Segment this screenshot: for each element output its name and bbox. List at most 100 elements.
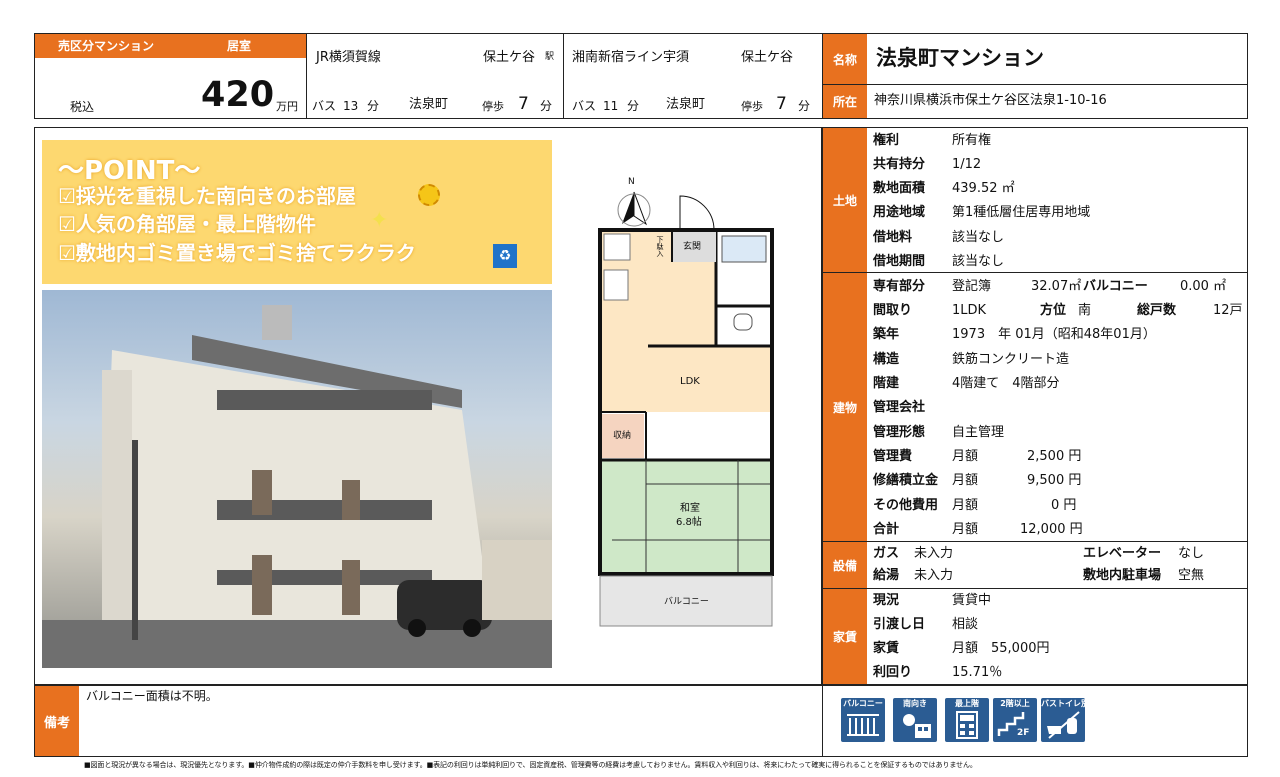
layout-label: 間取り <box>873 303 913 318</box>
category-label: 売区分マンション <box>58 39 155 53</box>
exclusive-type: 登記簿 <box>952 279 992 294</box>
second-floor-badge-icon: 2階以上 2F <box>993 698 1037 742</box>
rent-v-0: 賃貸中 <box>952 593 992 608</box>
remarks-divider <box>822 685 823 757</box>
access1-station: 保土ケ谷 <box>483 50 536 65</box>
access2-bus-min: 11 <box>603 99 619 113</box>
remarks-label: 備考 <box>35 686 79 756</box>
access2-bus-unit: 分 <box>627 99 640 113</box>
room-entrance: 玄関 <box>683 242 702 252</box>
fee-k-2: その他費用 <box>873 498 939 513</box>
point-item-2: ☑人気の角部屋・最上階物件 <box>58 212 316 236</box>
top-floor-badge-icon: 最上階 <box>945 698 989 742</box>
badge-label-2: 最上階 <box>955 699 979 708</box>
fee-a-3: 12,000 円 <box>1020 522 1083 537</box>
units-label: 総戸数 <box>1137 303 1177 318</box>
floors-value: 4階建て 4階部分 <box>952 376 1060 391</box>
room-washitsu: 和室 <box>680 503 700 514</box>
rent-v-1: 相談 <box>952 617 979 632</box>
mgmt-form-value: 自主管理 <box>952 425 1005 440</box>
divider-land <box>822 272 1248 273</box>
property-address: 神奈川県横浜市保土ケ谷区法泉1-10-16 <box>874 93 1107 108</box>
land-k-2: 敷地面積 <box>873 181 926 196</box>
room-storage: 収納 <box>613 431 632 441</box>
access1-bus-min: 13 <box>343 99 359 113</box>
separate-bath-badge-icon: バストイレ別 <box>1041 698 1085 742</box>
header-divider-2 <box>563 33 564 119</box>
badge-sub-3: 2F <box>1017 728 1030 738</box>
access1-bus-unit: 分 <box>367 99 380 113</box>
fee-k-3: 合計 <box>873 522 900 537</box>
divider-building <box>822 541 1248 542</box>
gas-value: 未入力 <box>914 546 954 561</box>
tax-label: 税込 <box>70 100 95 114</box>
rent-k-2: 家賃 <box>873 641 900 656</box>
fee-p-3: 月額 <box>952 522 979 537</box>
compass-n-label: N <box>628 177 635 187</box>
price: 420 <box>201 75 275 115</box>
balcony-badge-icon: バルコニー <box>841 698 885 742</box>
land-v-3: 第1種低層住居専用地域 <box>952 205 1091 220</box>
land-v-4: 該当なし <box>952 230 1005 245</box>
remarks-text: バルコニー面積は不明。 <box>86 689 218 703</box>
fee-p-0: 月額 <box>952 449 979 464</box>
direction-label: 方位 <box>1040 303 1067 318</box>
access1-walk-unit: 分 <box>540 99 553 113</box>
price-unit: 万円 <box>276 100 298 113</box>
units-value: 12戸 <box>1213 303 1243 318</box>
facilities-label: 設備 <box>823 542 867 588</box>
room-washitsu-size: 6.8帖 <box>676 517 702 528</box>
structure-label: 構造 <box>873 352 900 367</box>
access2-walk-unit: 分 <box>798 99 811 113</box>
building-photo-svg <box>42 305 552 668</box>
land-k-4: 借地料 <box>873 230 913 245</box>
footer-disclaimer: ■図面と現況が異なる場合は、現況優先となります。■仲介物件成約の際は既定の仲介手… <box>84 761 977 769</box>
sparkle-icon: ✦ <box>370 208 389 233</box>
fee-a-0: 2,500 円 <box>1027 449 1082 464</box>
direction-value: 南 <box>1078 303 1092 318</box>
access2-station: 保土ケ谷 <box>741 50 794 65</box>
fee-k-1: 修繕積立金 <box>873 473 939 488</box>
badge-label-3: 2階以上 <box>1000 699 1030 708</box>
trash-icon: ♻ <box>493 244 517 268</box>
point-item-1: ☑採光を重視した南向きのお部屋 <box>58 184 356 208</box>
rent-k-3: 利回り <box>873 665 913 680</box>
fee-a-2: 0 円 <box>1051 498 1077 513</box>
access1-station-suffix: 駅 <box>545 52 555 62</box>
badge-label-0: バルコニー <box>843 699 883 708</box>
header-divider-1 <box>306 33 307 119</box>
room-balcony: バルコニー <box>664 597 709 607</box>
floors-label: 階建 <box>873 376 900 391</box>
mgmt-co-label: 管理会社 <box>873 400 926 415</box>
built-value: 1973 年 01月（昭和48年01月） <box>952 327 1156 342</box>
room-shoe: 下駄入 <box>656 236 664 257</box>
access2-walk-min: 7 <box>776 94 787 114</box>
built-label: 築年 <box>873 327 900 342</box>
balcony-label: バルコニー <box>1083 279 1148 294</box>
elevator-label: エレベーター <box>1083 546 1162 561</box>
land-k-0: 権利 <box>873 133 900 148</box>
rent-k-0: 現況 <box>873 593 900 608</box>
access2-stop: 法泉町 <box>666 97 706 112</box>
land-k-1: 共有持分 <box>873 157 926 172</box>
land-v-5: 該当なし <box>952 254 1005 269</box>
parking-label: 敷地内駐車場 <box>1083 568 1162 583</box>
access1-line: JR横須賀線 <box>316 50 381 65</box>
header-mid-line <box>822 84 1248 85</box>
land-v-2: 439.52 ㎡ <box>952 181 1015 196</box>
sun-icon <box>418 184 440 206</box>
rent-v-2: 月額 55,000円 <box>952 641 1050 656</box>
rent-k-1: 引渡し日 <box>873 617 926 632</box>
hotwater-value: 未入力 <box>914 568 954 583</box>
exclusive-area: 32.07㎡ <box>1031 279 1082 294</box>
land-k-5: 借地期間 <box>873 254 926 269</box>
land-v-1: 1/12 <box>952 157 982 172</box>
building-label: 建物 <box>823 273 867 541</box>
gas-label: ガス <box>873 546 900 561</box>
land-v-0: 所有権 <box>952 133 992 148</box>
property-name: 法泉町マンション <box>876 46 1044 70</box>
badge-label-1: 南向き <box>903 699 927 708</box>
point-title: ～POINT～ <box>58 156 201 186</box>
access1-walk-label: 停歩 <box>482 100 504 113</box>
balcony-area: 0.00 ㎡ <box>1180 279 1227 294</box>
